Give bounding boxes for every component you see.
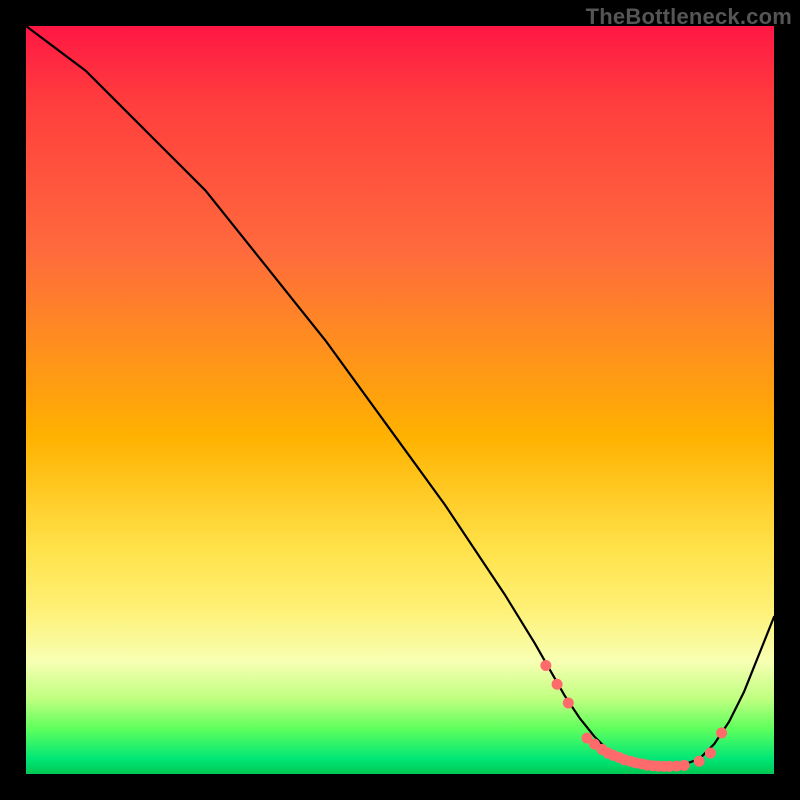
marker-dot bbox=[717, 728, 727, 738]
bottleneck-curve bbox=[26, 26, 774, 767]
chart-frame: TheBottleneck.com bbox=[0, 0, 800, 800]
marker-dot bbox=[563, 698, 573, 708]
marker-dot bbox=[694, 756, 704, 766]
marker-group bbox=[541, 661, 727, 772]
marker-dot bbox=[679, 760, 689, 770]
marker-dot bbox=[705, 748, 715, 758]
chart-svg bbox=[26, 26, 774, 774]
plot-area bbox=[26, 26, 774, 774]
marker-dot bbox=[552, 679, 562, 689]
marker-dot bbox=[541, 661, 551, 671]
